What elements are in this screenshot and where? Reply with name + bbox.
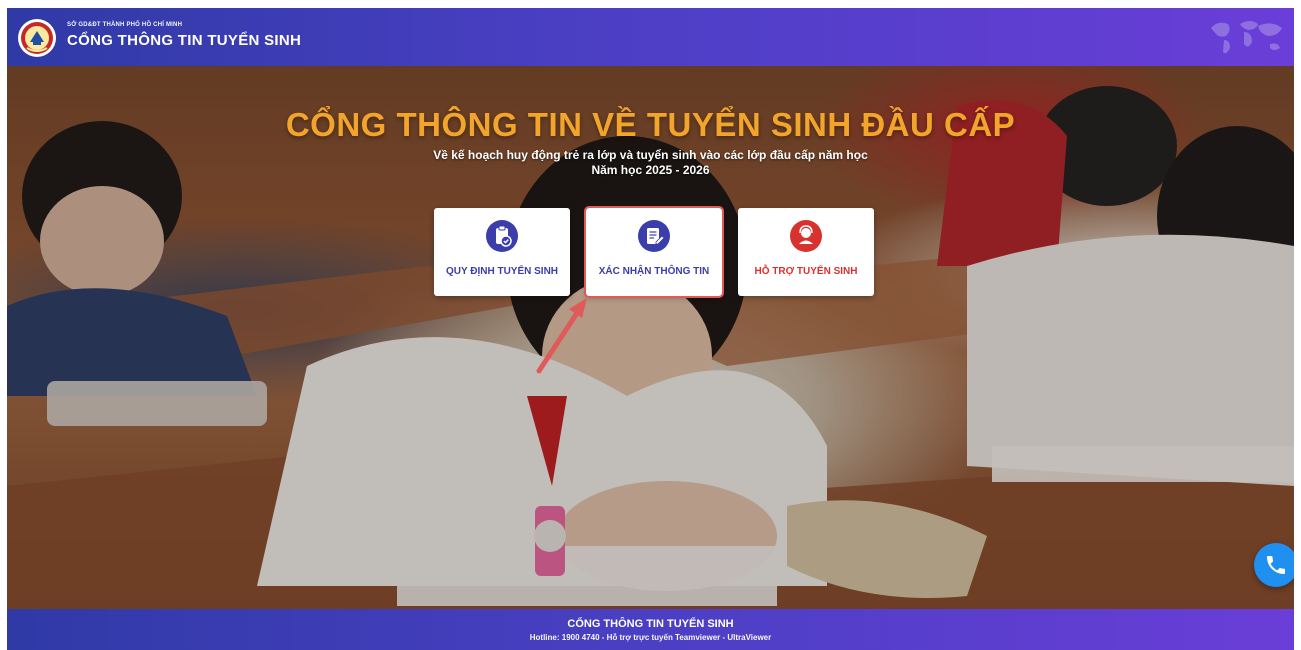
- document-edit-icon: [638, 220, 670, 252]
- card-admission-rules[interactable]: QUY ĐỊNH TUYỂN SINH: [434, 208, 570, 296]
- header-subtitle: SỞ GD&ĐT THÀNH PHỐ HỒ CHÍ MINH: [67, 22, 183, 28]
- card-admission-rules-label: QUY ĐỊNH TUYỂN SINH: [445, 266, 559, 277]
- service-cards: QUY ĐỊNH TUYỂN SINH XÁC NHẬN THÔNG TIN H…: [434, 206, 874, 298]
- school-seal-logo[interactable]: [17, 18, 57, 58]
- site-footer: CỔNG THÔNG TIN TUYỂN SINH Hotline: 1900 …: [7, 609, 1294, 650]
- header-text: SỞ GD&ĐT THÀNH PHỐ HỒ CHÍ MINH CỔNG THÔN…: [67, 22, 301, 49]
- hero-banner: CỔNG THÔNG TIN VỀ TUYỂN SINH ĐẦU CẤP Về …: [7, 66, 1294, 609]
- world-map-icon: [1211, 21, 1282, 54]
- hero-school-year: Năm học 2025 - 2026: [591, 163, 710, 177]
- card-confirm-info[interactable]: XÁC NHẬN THÔNG TIN: [584, 206, 724, 298]
- card-admission-support[interactable]: HỖ TRỢ TUYỂN SINH: [738, 208, 874, 296]
- support-agent-icon: [790, 220, 822, 252]
- site-header: SỞ GD&ĐT THÀNH PHỐ HỒ CHÍ MINH CỔNG THÔN…: [7, 8, 1294, 66]
- card-confirm-info-label: XÁC NHẬN THÔNG TIN: [598, 266, 710, 277]
- header-title[interactable]: CỔNG THÔNG TIN TUYỂN SINH: [67, 32, 301, 49]
- footer-title: CỔNG THÔNG TIN TUYỂN SINH: [567, 618, 734, 630]
- clipboard-check-icon: [486, 220, 518, 252]
- page-frame: SỞ GD&ĐT THÀNH PHỐ HỒ CHÍ MINH CỔNG THÔN…: [7, 8, 1294, 650]
- phone-icon: [1267, 556, 1285, 574]
- hero-description: Về kế hoạch huy động trẻ ra lớp và tuyển…: [7, 148, 1294, 178]
- phone-button[interactable]: [1254, 543, 1294, 587]
- hero-description-text: Về kế hoạch huy động trẻ ra lớp và tuyển…: [433, 148, 868, 162]
- card-admission-support-label: HỖ TRỢ TUYỂN SINH: [754, 266, 858, 277]
- hero-title: CỔNG THÔNG TIN VỀ TUYỂN SINH ĐẦU CẤP: [285, 106, 1016, 143]
- footer-hotline: Hotline: 1900 4740 - Hỗ trợ trực tuyến T…: [529, 633, 772, 642]
